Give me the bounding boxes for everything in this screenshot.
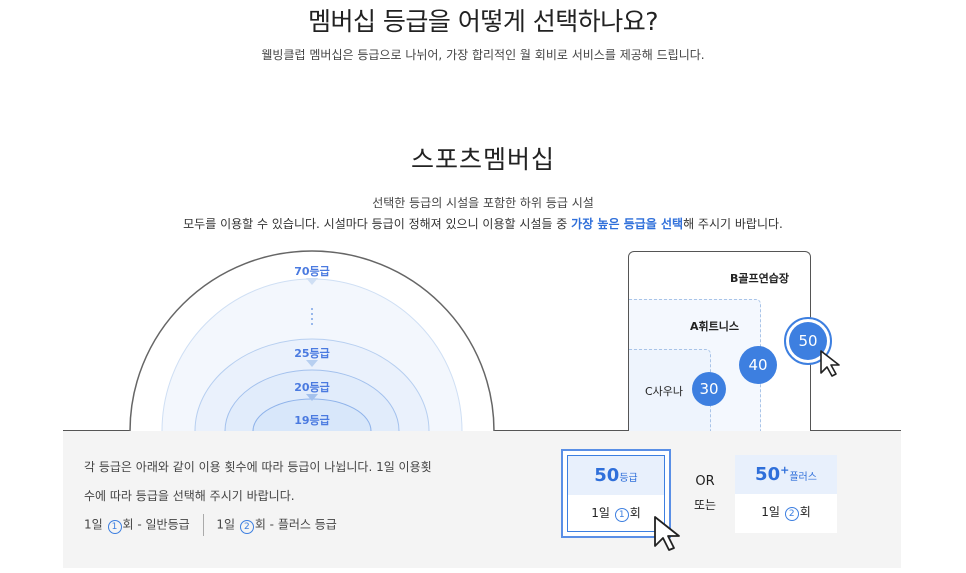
- section-title: 스포츠멤버십: [410, 145, 555, 174]
- arc-label-19: 19등급: [294, 414, 330, 427]
- grade-card-general-usage: 1일 1회: [568, 495, 664, 531]
- arc-label-25: 25등급: [294, 347, 330, 360]
- facility-label-a: A휘트니스: [690, 320, 739, 333]
- facility-label-c: C사우나: [645, 385, 684, 398]
- or-label-ko: 또는: [693, 498, 717, 512]
- pointer-cursor-icon: [820, 350, 840, 377]
- grade-card-plus-suffix: 플러스: [789, 472, 817, 483]
- note-line1: 각 등급은 아래와 같이 이용 횟수에 따라 등급이 나뉩니다. 1일 이용횟: [84, 460, 432, 474]
- grade-card-plus-sup: +: [780, 463, 790, 477]
- arc-notch-70: [306, 278, 318, 285]
- note-plus-pre: 1일: [216, 517, 239, 532]
- desc-text-post: 해 주시기 바랍니다.: [683, 217, 783, 231]
- arc-notch-20: [306, 394, 318, 401]
- note-line3: 1일 1회 - 일반등급 1일 2회 - 플러스 등급: [84, 514, 337, 536]
- usage-circ-1: 1: [614, 508, 629, 522]
- grade-card-general-value: 50: [594, 465, 620, 486]
- pointer-cursor-icon: [654, 516, 680, 551]
- note-plus-post: 회 - 플러스 등급: [254, 517, 337, 532]
- section-description-line1: 선택한 등급의 시설을 포함한 하위 등급 시설: [372, 196, 594, 210]
- note-general-post: 회 - 일반등급: [122, 517, 190, 532]
- grade-card-plus-value: 50: [755, 464, 781, 485]
- usage-pre: 1일: [761, 505, 784, 519]
- grade-card-general-suffix: 등급: [619, 473, 638, 484]
- grade-card-plus-usage: 1일 2회: [735, 494, 837, 530]
- usage-pre: 1일: [591, 506, 614, 520]
- page-subtitle: 웰빙클럽 멤버십은 등급으로 나뉘어, 가장 합리적인 월 회비로 서비스를 제…: [261, 48, 705, 62]
- desc-text-pre: 모두를 이용할 수 있습니다. 시설마다 등급이 정해져 있으니 이용할 시설들…: [183, 217, 572, 231]
- circled-number-1: 1: [107, 519, 122, 534]
- desc-highlight: 가장 높은 등급을 선택: [571, 217, 684, 231]
- facility-label-b: B골프연습장: [730, 272, 789, 285]
- circled-number-2: 2: [239, 519, 254, 534]
- grade-card-plus-header: 50+플러스: [735, 455, 837, 494]
- arc-label-20: 20등급: [294, 381, 330, 394]
- grade-card-plus[interactable]: 50+플러스 1일 2회: [735, 455, 837, 533]
- arc-label-70: 70등급: [294, 265, 330, 278]
- usage-post: 회: [629, 506, 641, 520]
- grade-card-general-header: 50등급: [568, 456, 664, 495]
- grade-arch-diagram: 70등급 25등급 20등급 19등급: [129, 250, 495, 431]
- note-general-pre: 1일: [84, 517, 107, 532]
- grade-circle-30: 30: [692, 372, 726, 406]
- or-label-en: OR: [695, 474, 715, 489]
- note-line2: 수에 따라 등급을 선택해 주시기 바랍니다.: [84, 489, 295, 503]
- usage-circ-2: 2: [784, 507, 799, 521]
- page-title: 멤버십 등급을 어떻게 선택하나요?: [307, 7, 659, 36]
- arc-notch-25: [306, 360, 318, 367]
- usage-post: 회: [799, 505, 811, 519]
- note-divider: [202, 514, 204, 536]
- section-description-line2: 모두를 이용할 수 있습니다. 시설마다 등급이 정해져 있으니 이용할 시설들…: [0, 215, 966, 232]
- grade-circle-40: 40: [739, 346, 777, 384]
